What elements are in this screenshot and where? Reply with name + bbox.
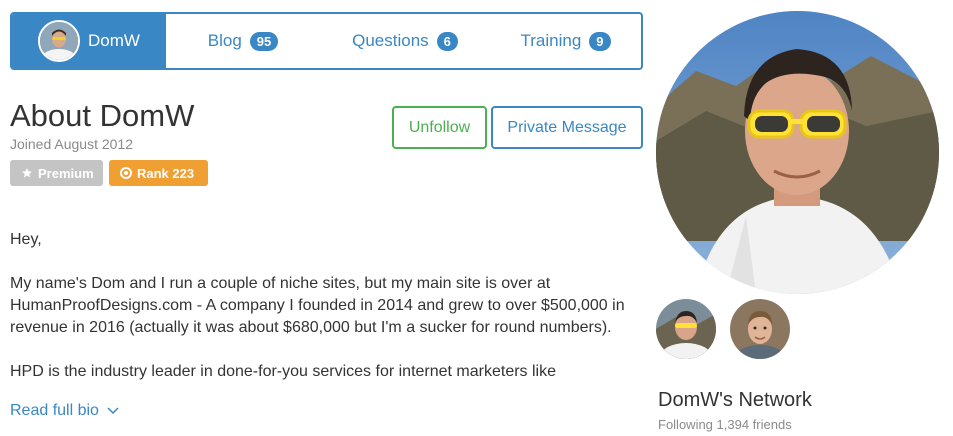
- questions-count-badge: 6: [436, 31, 458, 51]
- read-full-bio-label: Read full bio: [10, 402, 99, 419]
- tab-questions[interactable]: Questions 6: [320, 14, 490, 68]
- tab-blog-label: Blog: [207, 31, 242, 50]
- rank-badge: Rank 223: [109, 160, 208, 186]
- badge-row: Premium Rank 223: [10, 160, 208, 186]
- blog-count-badge: 95: [249, 31, 279, 51]
- friend-avatars: [656, 299, 790, 359]
- tab-profile[interactable]: DomW: [12, 14, 166, 68]
- unfollow-button[interactable]: Unfollow: [392, 106, 487, 149]
- bio-paragraph: HPD is the industry leader in done-for-y…: [10, 363, 556, 380]
- premium-badge-label: Premium: [38, 165, 94, 181]
- joined-date: Joined August 2012: [10, 136, 133, 152]
- tab-training-label: Training: [520, 31, 582, 50]
- training-count-badge: 9: [589, 31, 611, 51]
- avatar: [38, 20, 81, 62]
- premium-badge: Premium: [10, 160, 103, 186]
- tab-profile-label: DomW: [88, 31, 140, 50]
- page-title: About DomW: [10, 98, 195, 133]
- profile-photo: [656, 11, 939, 294]
- network-title: DomW's Network: [658, 389, 812, 411]
- rank-badge-label: Rank 223: [137, 165, 195, 181]
- following-count: Following 1,394 friends: [658, 417, 792, 432]
- chevron-down-icon: [107, 407, 119, 415]
- bio-paragraph: My name's Dom and I run a couple of nich…: [10, 275, 625, 336]
- private-message-button[interactable]: Private Message: [491, 106, 643, 149]
- tab-questions-label: Questions: [352, 31, 429, 50]
- tab-training[interactable]: Training 9: [490, 14, 641, 68]
- profile-tab-bar: DomW Blog 95 Questions 6 Training 9: [10, 12, 643, 70]
- avatar[interactable]: [656, 299, 716, 359]
- star-icon: [21, 167, 33, 179]
- bio-greeting: Hey,: [10, 231, 42, 248]
- avatar[interactable]: [730, 299, 790, 359]
- target-icon: [120, 167, 132, 179]
- tab-blog[interactable]: Blog 95: [166, 14, 320, 68]
- read-full-bio-link[interactable]: Read full bio: [10, 402, 119, 420]
- bio-text: Hey, My name's Dom and I run a couple of…: [10, 229, 650, 405]
